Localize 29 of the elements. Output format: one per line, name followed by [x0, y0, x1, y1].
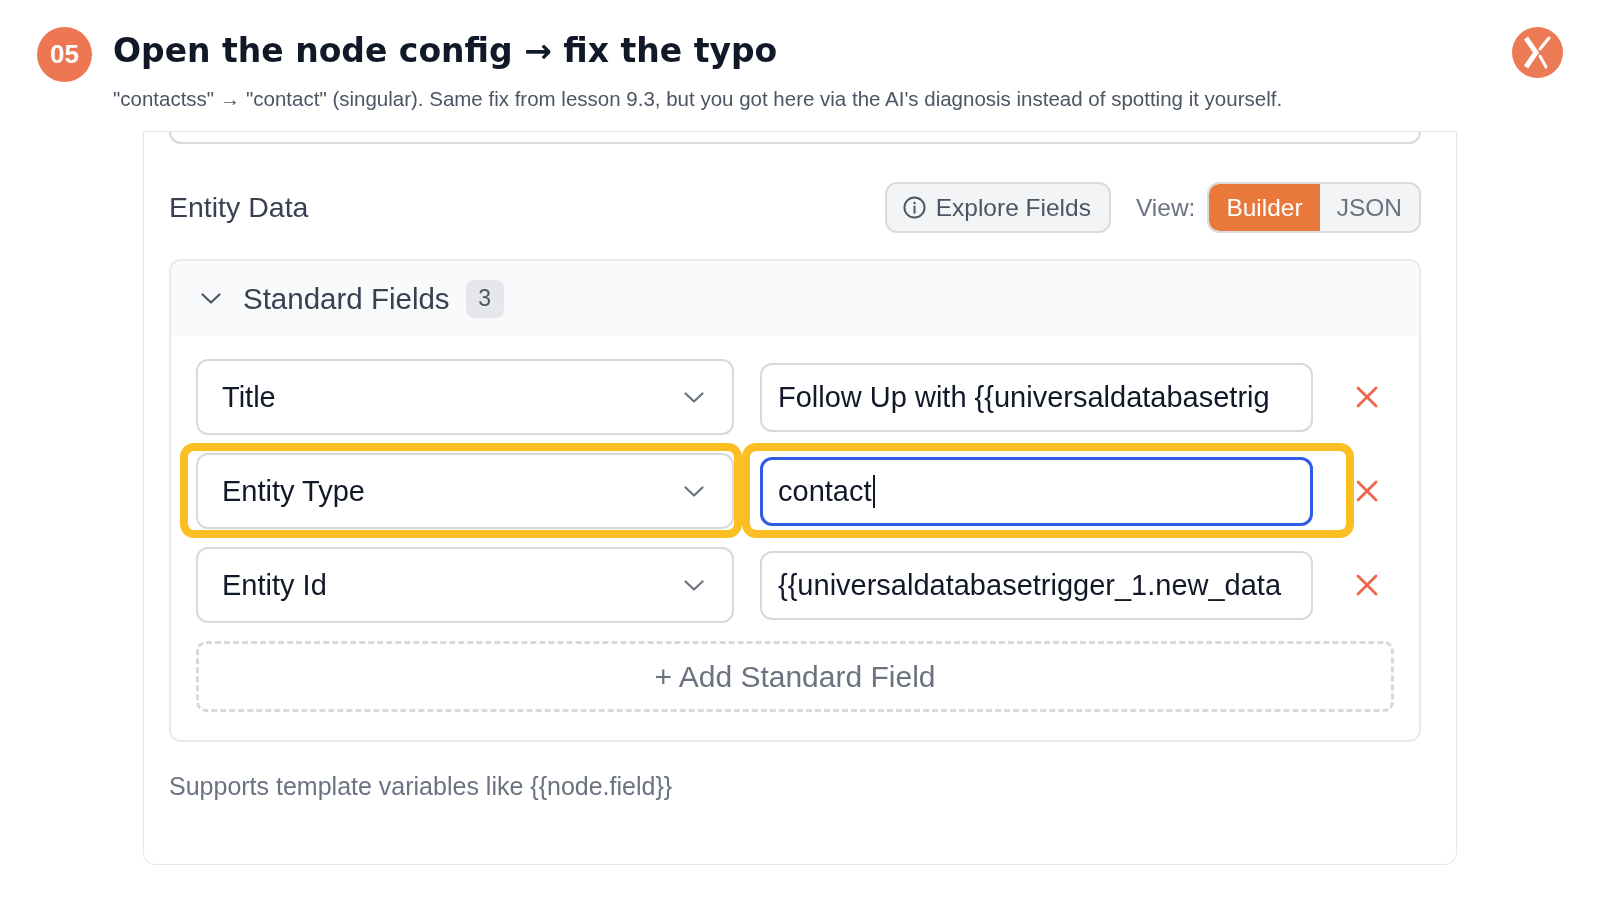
hint-text: Supports template variables like {{node.field}}	[169, 772, 674, 800]
add-field-button[interactable]: + Add Standard Field	[196, 641, 1394, 712]
text-cursor-icon	[872, 474, 875, 508]
chevron-down-icon[interactable]	[684, 485, 704, 497]
input-field[interactable]	[169, 132, 1421, 144]
chevron-down-icon[interactable]	[684, 579, 704, 591]
step-description: "contactss" → "contact" (singular). Same fix from lesson 9.3, but you got here via the AI's diagnosis instead of spotting it yourself.	[113, 87, 1283, 111]
group-title: Standard Fields	[243, 281, 450, 316]
field-select[interactable]: Title	[196, 359, 734, 435]
group-header[interactable]: Standard Fields 3	[171, 261, 1419, 336]
chevron-down-icon[interactable]	[684, 391, 704, 403]
view-tab[interactable]: JSON	[1319, 184, 1419, 231]
chevron-down-icon[interactable]	[201, 293, 221, 304]
step-number: 05	[37, 27, 92, 82]
close-icon[interactable]	[1355, 480, 1378, 502]
explore-fields-button[interactable]: Explore Fields	[884, 182, 1111, 233]
section-title: Entity Data	[169, 191, 309, 224]
field-select[interactable]: Entity Id	[196, 547, 734, 623]
logo-icon	[1512, 27, 1563, 78]
value-field[interactable]: Follow Up with {{universaldatabasetrig	[760, 362, 1313, 432]
count-badge: 3	[465, 279, 504, 318]
info-icon	[902, 196, 926, 219]
value-field[interactable]: contact	[760, 456, 1313, 526]
step-title: Open the node config → fix the typo	[113, 30, 778, 72]
value-field[interactable]: {{universaldatabasetrigger_1.new_data	[760, 550, 1313, 620]
view-label: View:	[1135, 193, 1196, 222]
field-select[interactable]: Entity Type	[196, 453, 734, 529]
close-icon[interactable]	[1355, 574, 1378, 596]
close-icon[interactable]	[1355, 386, 1378, 408]
